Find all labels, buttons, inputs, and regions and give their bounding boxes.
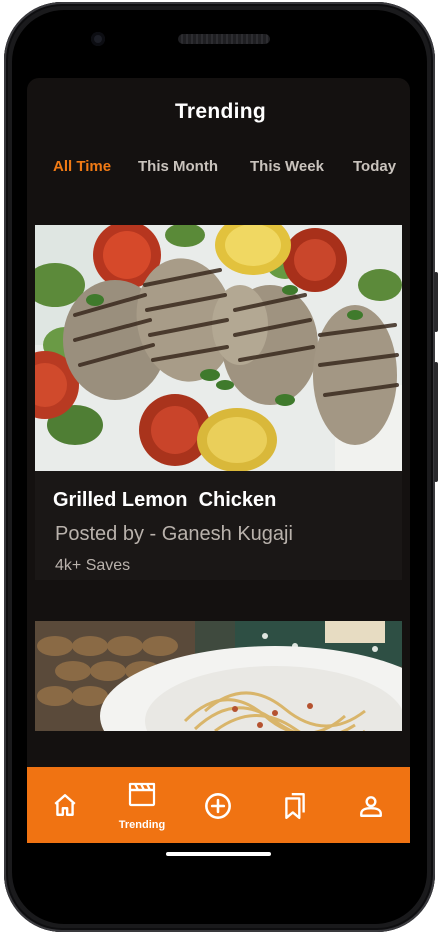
nav-profile[interactable] bbox=[341, 767, 401, 843]
recipe-card[interactable]: Grilled Lemon Chicken Posted by - Ganesh… bbox=[35, 225, 402, 580]
front-camera bbox=[91, 32, 105, 46]
recipe-saves-count: 4k+ Saves bbox=[55, 557, 131, 574]
clapperboard-icon bbox=[128, 782, 156, 807]
recipe-author: Posted by - Ganesh Kugaji bbox=[55, 523, 293, 545]
recipe-title: Grilled Lemon Chicken bbox=[53, 489, 277, 511]
nav-trending[interactable]: Trending bbox=[112, 767, 172, 843]
volume-button bbox=[434, 362, 438, 482]
bookmarks-icon bbox=[285, 792, 305, 820]
nav-bookmarks[interactable] bbox=[265, 767, 325, 843]
nav-trending-label: Trending bbox=[118, 819, 166, 831]
nav-home[interactable] bbox=[35, 767, 95, 843]
page-title: Trending bbox=[174, 100, 267, 123]
time-filter-tabs: All Time This Month This Week Today bbox=[0, 158, 441, 182]
tab-all-time[interactable]: All Time bbox=[53, 158, 111, 175]
bottom-navigation: Trending bbox=[27, 767, 410, 843]
tab-this-week[interactable]: This Week bbox=[250, 158, 324, 175]
recipe-image bbox=[35, 621, 402, 731]
add-circle-icon bbox=[205, 793, 231, 819]
person-icon bbox=[360, 796, 382, 817]
earpiece-speaker bbox=[178, 34, 270, 44]
tab-this-month[interactable]: This Month bbox=[138, 158, 218, 175]
recipe-card[interactable] bbox=[35, 621, 402, 731]
home-indicator[interactable] bbox=[166, 852, 271, 856]
home-icon bbox=[54, 794, 76, 816]
power-button bbox=[434, 272, 438, 332]
recipe-image bbox=[35, 225, 402, 471]
tab-today[interactable]: Today bbox=[353, 158, 396, 175]
nav-add[interactable] bbox=[188, 767, 248, 843]
